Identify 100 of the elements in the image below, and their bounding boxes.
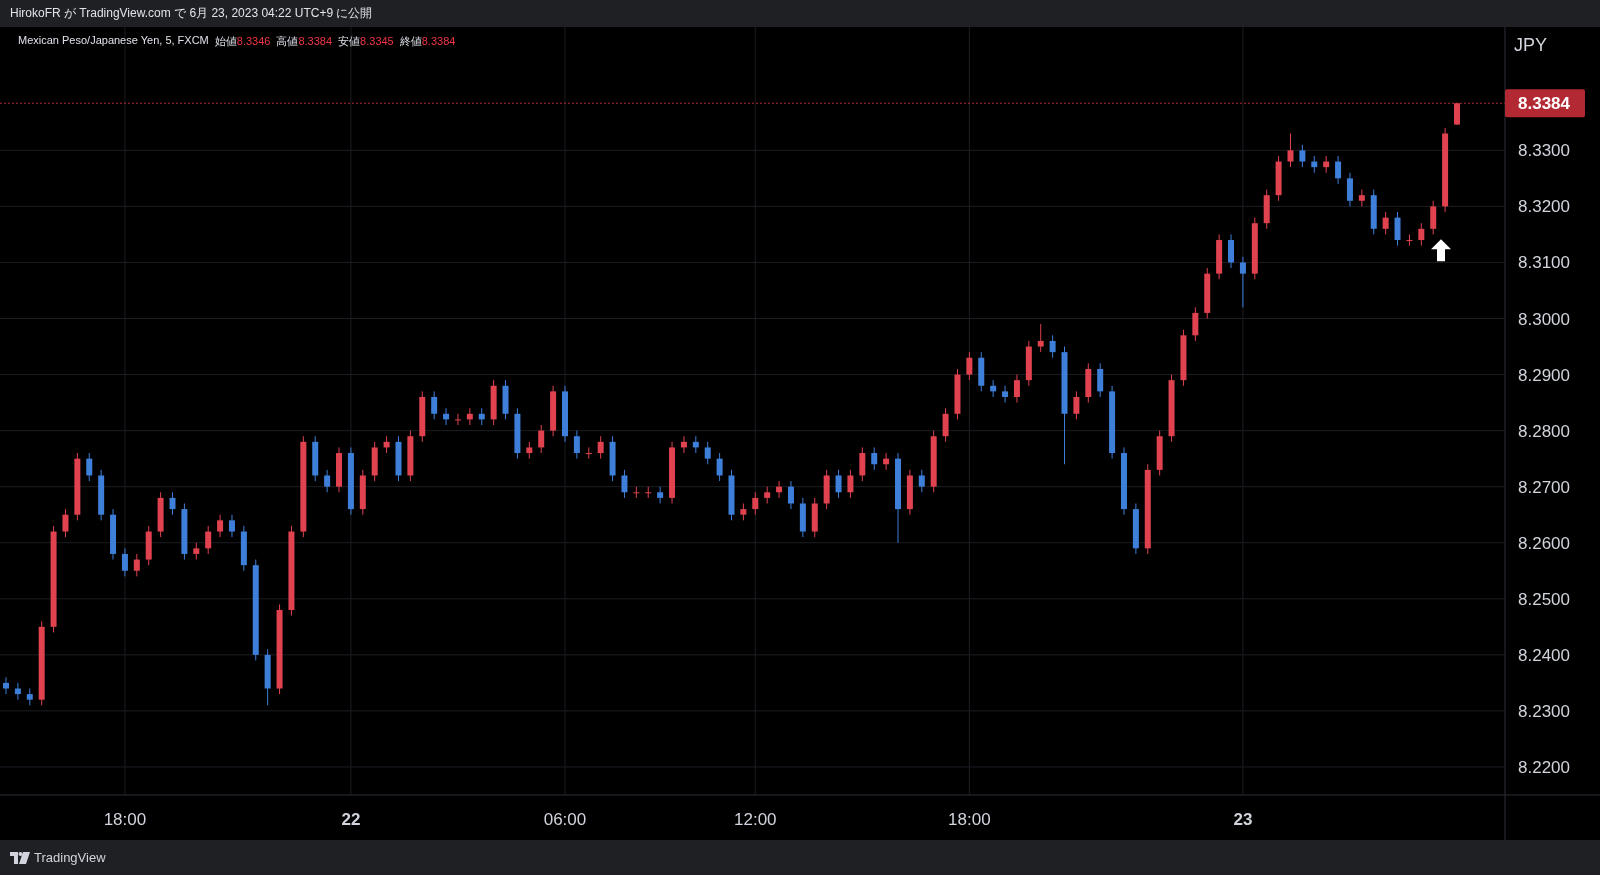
candlestick <box>954 368 961 420</box>
candlestick <box>443 407 450 426</box>
candlestick <box>740 503 747 521</box>
candlestick <box>633 486 640 499</box>
candlestick <box>490 379 497 426</box>
candlestick <box>609 435 616 482</box>
candlestick <box>1358 189 1365 207</box>
candlestick <box>538 424 545 454</box>
candlestick <box>324 469 331 493</box>
candlestick <box>585 446 592 460</box>
candlestick <box>1216 233 1223 280</box>
candlestick <box>229 514 235 538</box>
candlestick <box>562 385 568 443</box>
candlestick <box>110 508 117 561</box>
price-tick-label: 8.2300 <box>1518 701 1570 721</box>
candlestick <box>157 491 164 538</box>
candlestick <box>1382 211 1389 235</box>
candlestick <box>1323 155 1330 174</box>
candlestick <box>312 435 319 482</box>
candlestick <box>847 469 854 499</box>
ref-line-label: 8.3384 <box>1518 94 1571 114</box>
candlestick <box>906 469 913 516</box>
candlestick <box>14 682 21 701</box>
candlestick <box>1037 323 1044 353</box>
candlestick <box>1204 267 1211 319</box>
price-tick-label: 8.3000 <box>1518 309 1570 329</box>
candlestick <box>573 430 580 460</box>
candlestick <box>657 486 664 504</box>
candlestick <box>799 497 806 538</box>
time-tick-label: 18:00 <box>103 810 147 829</box>
candlestick <box>1263 189 1270 230</box>
candlestick <box>597 435 604 460</box>
candlestick <box>680 435 687 454</box>
candlestick <box>193 542 200 561</box>
candlestick <box>454 413 461 426</box>
candlestick <box>1132 503 1139 555</box>
candlestick <box>1156 430 1163 476</box>
candlestick <box>764 486 771 504</box>
candlestick <box>752 491 759 516</box>
candlestick <box>1394 211 1401 247</box>
candlestick <box>431 390 438 420</box>
candlestick <box>1454 102 1460 126</box>
candlestick <box>419 390 426 443</box>
candlestick <box>1192 306 1199 342</box>
candlestick <box>86 452 93 482</box>
candlestick <box>716 452 723 482</box>
candlestick <box>1346 172 1353 207</box>
candlestick <box>336 446 342 493</box>
candlestick <box>359 469 366 516</box>
candlestick <box>1049 334 1056 359</box>
ohlc-value: 安値8.3345 <box>338 34 394 49</box>
candlestick <box>859 446 866 482</box>
price-tick-label: 8.2900 <box>1518 365 1570 385</box>
candlestick <box>62 508 69 538</box>
candlestick <box>1239 256 1246 308</box>
candlestick <box>98 469 105 521</box>
candlestick <box>1406 233 1413 247</box>
price-tick-label: 8.2500 <box>1518 589 1570 609</box>
currency-label: JPY <box>1514 35 1547 55</box>
candlestick <box>145 525 152 566</box>
candlestick <box>1287 133 1294 168</box>
candlestick <box>550 385 557 437</box>
candlestick <box>692 435 699 454</box>
logo-icon <box>10 851 30 864</box>
candlestick <box>1180 329 1187 387</box>
candlestick <box>240 525 247 572</box>
candlestick <box>478 407 485 426</box>
candlestick <box>930 430 937 493</box>
publish-info: HirokoFR が TradingView.com で 6月 23, 2023 04:22 UTC+9 に公開 <box>10 5 373 22</box>
candlestick <box>371 441 378 482</box>
time-tick-label: 18:00 <box>948 810 991 829</box>
candlestick <box>621 469 628 499</box>
candlestick <box>966 351 973 381</box>
candlestick <box>1228 233 1234 269</box>
price-tick-label: 8.2700 <box>1518 477 1570 497</box>
candlestick <box>704 441 711 465</box>
candlestick <box>1168 374 1175 443</box>
candlestick <box>26 688 33 706</box>
candlestick <box>645 486 652 499</box>
candlestick <box>1370 189 1377 235</box>
candlestick <box>264 648 271 706</box>
candlestick <box>823 469 830 510</box>
price-tick-label: 8.2600 <box>1518 533 1570 553</box>
candlestick <box>1002 385 1009 404</box>
candlestick <box>871 446 878 471</box>
candlestick <box>1085 362 1092 404</box>
candlestick <box>121 547 128 577</box>
candlestick <box>990 379 997 398</box>
candlestick <box>217 514 224 538</box>
price-tick-label: 8.3300 <box>1518 141 1570 161</box>
candlestick <box>1073 390 1080 420</box>
candlestick <box>383 435 390 454</box>
candlestick <box>395 435 402 482</box>
brand-name: TradingView <box>34 850 106 865</box>
candlestick <box>1121 446 1127 516</box>
candlestick <box>1097 362 1104 398</box>
symbol-label: Mexican Peso/Japanese Yen, 5, FXCM <box>18 34 209 48</box>
ohlc-value: 終値8.3384 <box>399 34 456 49</box>
candlestick <box>526 441 533 460</box>
price-tick-label: 8.3100 <box>1518 253 1570 273</box>
